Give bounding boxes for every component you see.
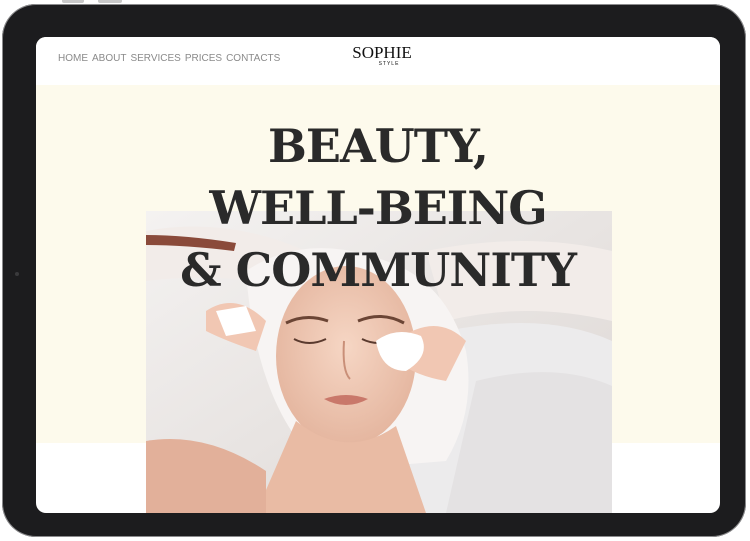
site-logo[interactable]: SOPHIE STYLE [342,44,422,67]
device-button [62,0,84,3]
nav-item-prices[interactable]: PRICES [185,53,222,64]
top-navigation: HOME ABOUT SERVICES PRICES CONTACTS SOPH… [36,37,720,85]
nav-item-about[interactable]: ABOUT [92,53,126,64]
tablet-device-frame: HOME ABOUT SERVICES PRICES CONTACTS SOPH… [2,4,746,537]
front-camera [15,272,19,276]
headline-line-1: BEAUTY, [268,119,489,173]
device-button [98,0,122,3]
tablet-screen: HOME ABOUT SERVICES PRICES CONTACTS SOPH… [36,37,720,513]
nav-item-home[interactable]: HOME [58,53,88,64]
headline-line-3: & COMMUNITY [180,243,577,297]
nav-item-services[interactable]: SERVICES [130,53,180,64]
hero-headline: BEAUTY, WELL-BEING & COMMUNITY [36,115,720,301]
logo-wordmark: SOPHIE [352,43,412,62]
nav-item-contacts[interactable]: CONTACTS [226,53,280,64]
headline-line-2: WELL-BEING [209,181,547,235]
nav-menu: HOME ABOUT SERVICES PRICES CONTACTS [58,53,280,64]
